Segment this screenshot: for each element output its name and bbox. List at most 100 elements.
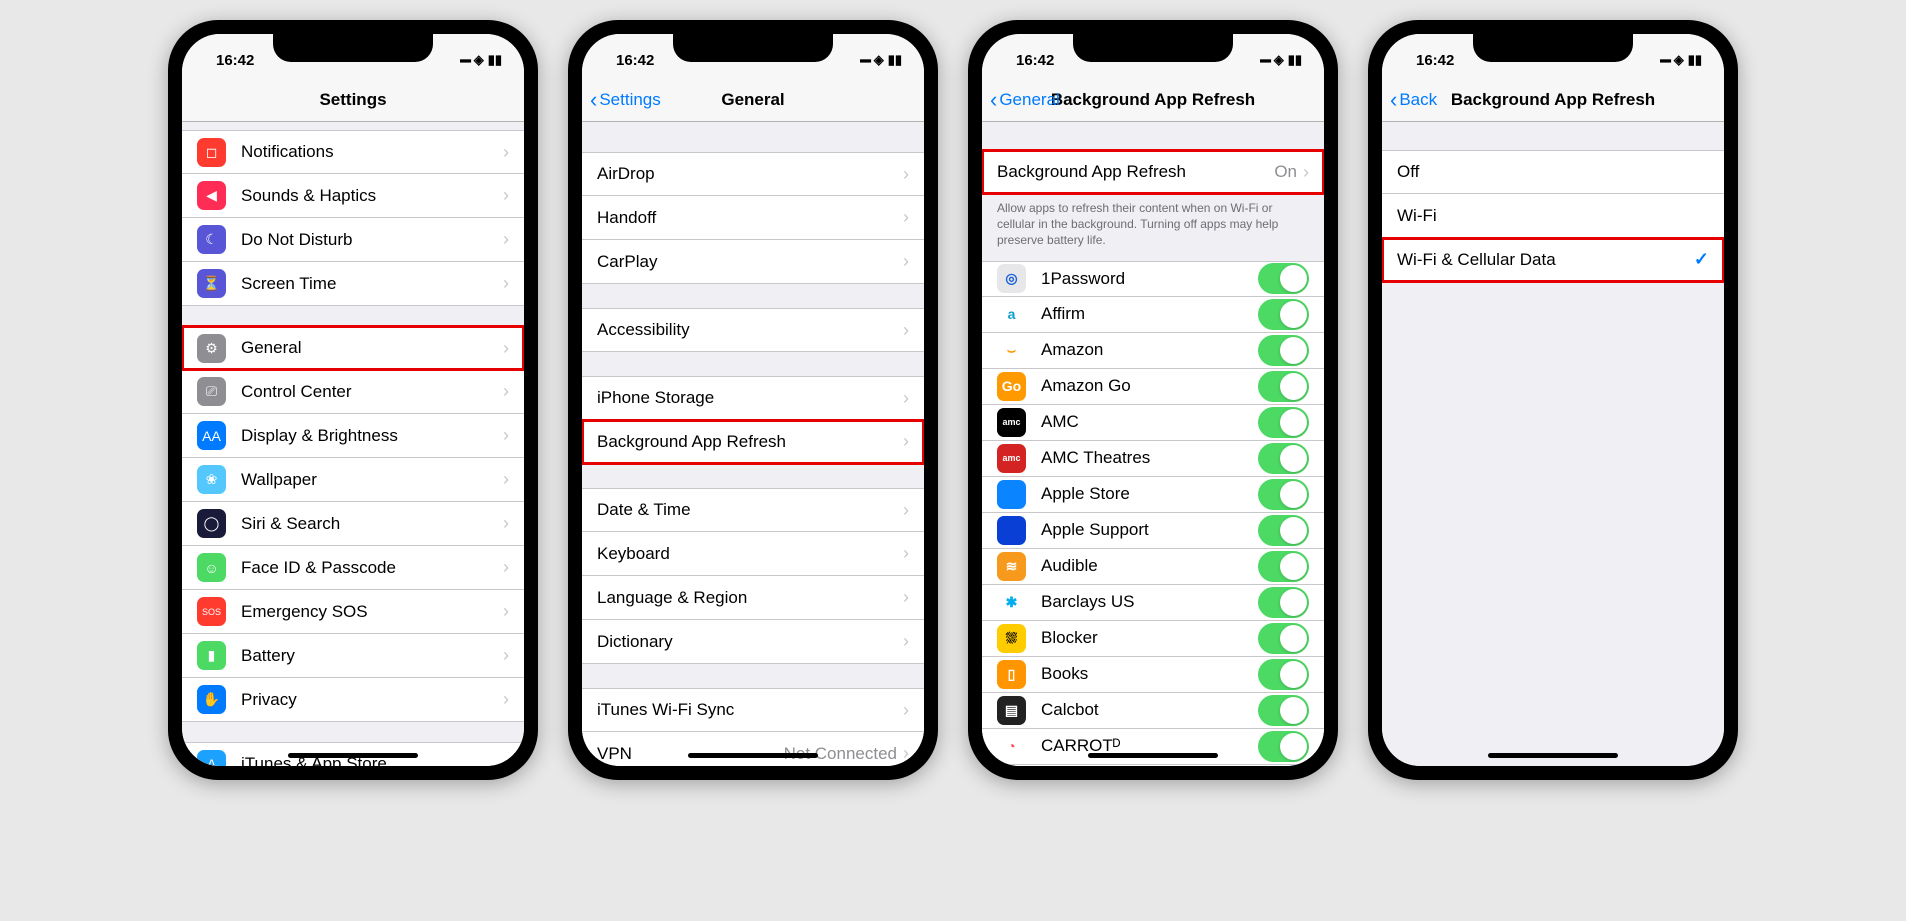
app-toggle-row[interactable]: ◔CARROTᴰ bbox=[982, 729, 1324, 765]
app-toggle-row[interactable]: ⌣Amazon bbox=[982, 333, 1324, 369]
general-row[interactable]: Accessibility› bbox=[582, 308, 924, 352]
settings-row[interactable]: ⎚Control Center› bbox=[182, 370, 524, 414]
app-label: Apple Store bbox=[1041, 484, 1258, 504]
status-bar: 16:42 ▪▪▪▪ ◈ ▮▮ bbox=[182, 34, 524, 78]
app-toggle-row[interactable]: ◎1Password bbox=[982, 261, 1324, 297]
row-icon: ❀ bbox=[197, 465, 226, 494]
chevron-right-icon: › bbox=[903, 251, 909, 272]
row-icon: AA bbox=[197, 421, 226, 450]
app-toggle-row[interactable]: ▯ Books bbox=[982, 657, 1324, 693]
app-toggle-row[interactable]: amcAMC Theatres bbox=[982, 441, 1324, 477]
app-label: Amazon bbox=[1041, 340, 1258, 360]
home-indicator[interactable] bbox=[1088, 753, 1218, 758]
app-toggle-row[interactable]: ⛆Blocker bbox=[982, 621, 1324, 657]
row-label: Control Center bbox=[241, 382, 503, 402]
settings-row[interactable]: ⏳Screen Time› bbox=[182, 262, 524, 306]
toggle-switch[interactable] bbox=[1258, 587, 1309, 618]
settings-row[interactable]: ◯Siri & Search› bbox=[182, 502, 524, 546]
settings-row[interactable]: ⚙General› bbox=[182, 326, 524, 370]
row-label: Face ID & Passcode bbox=[241, 558, 503, 578]
back-button[interactable]: ‹ Back bbox=[1390, 89, 1437, 111]
phone-settings: 16:42 ▪▪▪▪ ◈ ▮▮ Settings ◻Notifications›… bbox=[168, 20, 538, 780]
row-label: Dictionary bbox=[597, 632, 903, 652]
general-row[interactable]: Background App Refresh› bbox=[582, 420, 924, 464]
back-button[interactable]: ‹ Settings bbox=[590, 89, 661, 111]
settings-row[interactable]: ✋Privacy› bbox=[182, 678, 524, 722]
home-indicator[interactable] bbox=[288, 753, 418, 758]
app-toggle-row[interactable]: Apple Store bbox=[982, 477, 1324, 513]
toggle-switch[interactable] bbox=[1258, 731, 1309, 762]
chevron-right-icon: › bbox=[503, 557, 509, 578]
toggle-switch[interactable] bbox=[1258, 263, 1309, 294]
back-button[interactable]: ‹ General bbox=[990, 89, 1060, 111]
general-row[interactable]: VPNNot Connected› bbox=[582, 732, 924, 766]
nav-title: Background App Refresh bbox=[1051, 90, 1255, 110]
nav-bar: ‹ Back Background App Refresh bbox=[1382, 78, 1724, 122]
app-toggle-row[interactable]: Apple Support bbox=[982, 513, 1324, 549]
chevron-left-icon: ‹ bbox=[1390, 89, 1397, 111]
option-row[interactable]: Wi-Fi & Cellular Data✓ bbox=[1382, 238, 1724, 282]
general-row[interactable]: iTunes Wi-Fi Sync› bbox=[582, 688, 924, 732]
settings-list[interactable]: ◻Notifications›◀Sounds & Haptics›☾Do Not… bbox=[182, 122, 524, 766]
app-icon: ⛆ bbox=[997, 624, 1026, 653]
toggle-switch[interactable] bbox=[1258, 515, 1309, 546]
toggle-switch[interactable] bbox=[1258, 623, 1309, 654]
settings-row[interactable]: ◀Sounds & Haptics› bbox=[182, 174, 524, 218]
app-label: Books bbox=[1041, 664, 1258, 684]
row-label: Notifications bbox=[241, 142, 503, 162]
general-row[interactable]: Dictionary› bbox=[582, 620, 924, 664]
toggle-switch[interactable] bbox=[1258, 551, 1309, 582]
row-icon: ◀ bbox=[197, 181, 226, 210]
home-indicator[interactable] bbox=[688, 753, 818, 758]
home-indicator[interactable] bbox=[1488, 753, 1618, 758]
toggle-switch[interactable] bbox=[1258, 659, 1309, 690]
settings-row[interactable]: AADisplay & Brightness› bbox=[182, 414, 524, 458]
settings-row[interactable]: ◻Notifications› bbox=[182, 130, 524, 174]
general-row[interactable]: Language & Region› bbox=[582, 576, 924, 620]
general-row[interactable]: AirDrop› bbox=[582, 152, 924, 196]
settings-row[interactable]: ☾Do Not Disturb› bbox=[182, 218, 524, 262]
general-row[interactable]: iPhone Storage› bbox=[582, 376, 924, 420]
app-toggle-row[interactable]: ▤Calcbot bbox=[982, 693, 1324, 729]
option-row[interactable]: Off bbox=[1382, 150, 1724, 194]
chevron-right-icon: › bbox=[903, 207, 909, 228]
bg-refresh-master-row[interactable]: Background App RefreshOn› bbox=[982, 150, 1324, 194]
toggle-switch[interactable] bbox=[1258, 299, 1309, 330]
toggle-switch[interactable] bbox=[1258, 479, 1309, 510]
general-row[interactable]: CarPlay› bbox=[582, 240, 924, 284]
settings-row[interactable]: ❀Wallpaper› bbox=[182, 458, 524, 502]
toggle-switch[interactable] bbox=[1258, 371, 1309, 402]
toggle-switch[interactable] bbox=[1258, 407, 1309, 438]
bg-refresh-list[interactable]: Background App RefreshOn›Allow apps to r… bbox=[982, 122, 1324, 766]
row-icon: ◯ bbox=[197, 509, 226, 538]
app-toggle-row[interactable]: ◆Chase bbox=[982, 765, 1324, 766]
app-icon: ▯ bbox=[997, 660, 1026, 689]
row-label: Siri & Search bbox=[241, 514, 503, 534]
settings-row[interactable]: SOSEmergency SOS› bbox=[182, 590, 524, 634]
app-toggle-row[interactable]: ✱Barclays US bbox=[982, 585, 1324, 621]
chevron-right-icon: › bbox=[503, 469, 509, 490]
toggle-switch[interactable] bbox=[1258, 335, 1309, 366]
nav-bar: ‹ Settings General bbox=[582, 78, 924, 122]
status-bar: 16:42 ▪▪▪▪ ◈ ▮▮ bbox=[582, 34, 924, 78]
app-toggle-row[interactable]: GoAmazon Go bbox=[982, 369, 1324, 405]
row-icon: ☺ bbox=[197, 553, 226, 582]
app-toggle-row[interactable]: aAffirm bbox=[982, 297, 1324, 333]
toggle-switch[interactable] bbox=[1258, 443, 1309, 474]
chevron-right-icon: › bbox=[903, 700, 909, 721]
nav-bar: ‹ General Background App Refresh bbox=[982, 78, 1324, 122]
toggle-switch[interactable] bbox=[1258, 695, 1309, 726]
app-icon: Go bbox=[997, 372, 1026, 401]
settings-row[interactable]: ▮Battery› bbox=[182, 634, 524, 678]
status-time: 16:42 bbox=[1016, 52, 1054, 69]
general-row[interactable]: Date & Time› bbox=[582, 488, 924, 532]
general-row[interactable]: Handoff› bbox=[582, 196, 924, 240]
general-list[interactable]: AirDrop›Handoff›CarPlay› Accessibility› iP… bbox=[582, 122, 924, 766]
wifi-icon: ◈ bbox=[1674, 52, 1684, 68]
general-row[interactable]: Keyboard› bbox=[582, 532, 924, 576]
settings-row[interactable]: ☺ Face ID & Passcode› bbox=[182, 546, 524, 590]
option-row[interactable]: Wi-Fi bbox=[1382, 194, 1724, 238]
app-toggle-row[interactable]: ≋Audible bbox=[982, 549, 1324, 585]
app-toggle-row[interactable]: amcAMC bbox=[982, 405, 1324, 441]
bg-refresh-options[interactable]: OffWi-FiWi-Fi & Cellular Data✓ bbox=[1382, 122, 1724, 766]
